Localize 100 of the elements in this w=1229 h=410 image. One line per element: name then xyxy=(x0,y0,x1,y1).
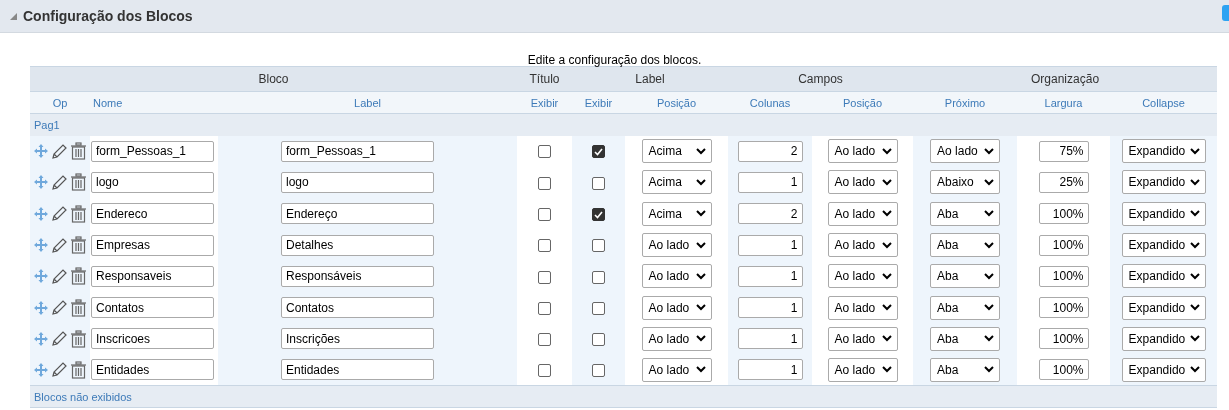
dropdown[interactable]: Acima xyxy=(641,139,712,164)
pencil-icon[interactable] xyxy=(51,267,68,285)
name-input[interactable]: Contatos xyxy=(91,297,214,319)
name-input[interactable]: logo xyxy=(91,171,214,193)
columns-input[interactable]: 2 xyxy=(737,140,803,162)
chevron-down-icon xyxy=(695,210,706,218)
chevron-down-icon xyxy=(881,147,892,155)
dropdown[interactable]: Aba xyxy=(930,326,1001,351)
columns-input[interactable]: 1 xyxy=(737,359,803,381)
checkbox[interactable] xyxy=(592,176,606,190)
collapse-icon[interactable] xyxy=(10,12,17,20)
checkbox[interactable] xyxy=(538,333,552,347)
checkbox[interactable] xyxy=(592,333,606,347)
columns-input[interactable]: 1 xyxy=(737,265,803,287)
name-input[interactable]: form_Pessoas_1 xyxy=(91,140,214,162)
dropdown[interactable]: Expandido xyxy=(1121,139,1206,164)
trash-icon[interactable] xyxy=(70,204,87,223)
pencil-icon[interactable] xyxy=(51,330,68,348)
width-input[interactable]: 100% xyxy=(1038,203,1089,225)
trash-icon[interactable] xyxy=(70,142,87,161)
checkbox[interactable] xyxy=(538,270,552,284)
dropdown[interactable]: Ao lado xyxy=(641,295,712,320)
dropdown[interactable]: Ao lado xyxy=(827,295,898,320)
pencil-icon[interactable] xyxy=(51,173,68,191)
trash-icon[interactable] xyxy=(70,236,87,255)
columns-input[interactable]: 1 xyxy=(737,234,803,256)
checkbox[interactable] xyxy=(538,208,552,222)
dropdown[interactable]: Ao lado xyxy=(827,233,898,258)
dropdown[interactable]: Ao lado xyxy=(641,357,712,382)
checkbox[interactable] xyxy=(592,145,606,159)
checkbox[interactable] xyxy=(592,239,606,253)
trash-icon[interactable] xyxy=(70,298,87,317)
dropdown[interactable]: Expandido xyxy=(1121,326,1206,351)
dropdown[interactable]: Acima xyxy=(641,170,712,195)
columns-input[interactable]: 1 xyxy=(737,328,803,350)
width-input[interactable]: 100% xyxy=(1038,297,1089,319)
pencil-icon[interactable] xyxy=(51,205,68,223)
dropdown[interactable]: Aba xyxy=(930,357,1001,382)
label-input[interactable]: Entidades xyxy=(281,359,434,381)
checkbox[interactable] xyxy=(592,270,606,284)
pencil-icon[interactable] xyxy=(51,299,68,317)
width-input[interactable]: 75% xyxy=(1038,140,1089,162)
label-input[interactable]: Endereço xyxy=(281,203,434,225)
dropdown[interactable]: Ao lado xyxy=(641,264,712,289)
label-input[interactable]: Responsáveis xyxy=(281,265,434,287)
dropdown[interactable]: Aba xyxy=(930,201,1001,226)
dropdown[interactable]: Aba xyxy=(930,233,1001,258)
dropdown[interactable]: Aba xyxy=(930,295,1001,320)
pencil-icon[interactable] xyxy=(51,142,68,160)
dropdown[interactable]: Expandido xyxy=(1121,233,1206,258)
width-input[interactable]: 100% xyxy=(1038,359,1089,381)
dropdown[interactable]: Expandido xyxy=(1121,170,1206,195)
columns-input[interactable]: 1 xyxy=(737,171,803,193)
dropdown[interactable]: Ao lado xyxy=(827,201,898,226)
dropdown[interactable]: Expandido xyxy=(1121,264,1206,289)
checkbox[interactable] xyxy=(592,364,606,378)
chevron-down-icon xyxy=(695,366,706,374)
dropdown[interactable]: Acima xyxy=(641,201,712,226)
columns-input[interactable]: 2 xyxy=(737,203,803,225)
checkbox[interactable] xyxy=(592,301,606,315)
label-input[interactable]: Detalhes xyxy=(281,234,434,256)
checkbox[interactable] xyxy=(538,145,552,159)
label-input[interactable]: Inscrições xyxy=(281,328,434,350)
dropdown[interactable]: Ao lado xyxy=(930,139,1001,164)
dropdown[interactable]: Expandido xyxy=(1121,357,1206,382)
trash-icon[interactable] xyxy=(70,360,87,379)
name-input[interactable]: Empresas xyxy=(91,234,214,256)
dropdown[interactable]: Abaixo xyxy=(930,170,1001,195)
dropdown[interactable]: Ao lado xyxy=(827,264,898,289)
name-input[interactable]: Responsaveis xyxy=(91,265,214,287)
name-input[interactable]: Entidades xyxy=(91,359,214,381)
trash-icon[interactable] xyxy=(70,329,87,348)
columns-input[interactable]: 1 xyxy=(737,297,803,319)
name-input[interactable]: Endereco xyxy=(91,203,214,225)
checkbox[interactable] xyxy=(538,239,552,253)
width-input[interactable]: 100% xyxy=(1038,265,1089,287)
dropdown[interactable]: Ao lado xyxy=(641,326,712,351)
label-input[interactable]: form_Pessoas_1 xyxy=(281,140,434,162)
dropdown[interactable]: Expandido xyxy=(1121,201,1206,226)
dropdown[interactable]: Ao lado xyxy=(827,139,898,164)
dropdown[interactable]: Expandido xyxy=(1121,295,1206,320)
width-input[interactable]: 25% xyxy=(1038,171,1089,193)
width-input[interactable]: 100% xyxy=(1038,234,1089,256)
label-input[interactable]: Contatos xyxy=(281,297,434,319)
checkbox[interactable] xyxy=(538,176,552,190)
dropdown[interactable]: Ao lado xyxy=(827,357,898,382)
trash-icon[interactable] xyxy=(70,173,87,192)
dropdown[interactable]: Ao lado xyxy=(827,170,898,195)
dropdown[interactable]: Ao lado xyxy=(641,233,712,258)
dropdown[interactable]: Ao lado xyxy=(827,326,898,351)
width-input[interactable]: 100% xyxy=(1038,328,1089,350)
label-input[interactable]: logo xyxy=(281,171,434,193)
checkbox[interactable] xyxy=(592,208,606,222)
name-input[interactable]: Inscricoes xyxy=(91,328,214,350)
checkbox[interactable] xyxy=(538,301,552,315)
pencil-icon[interactable] xyxy=(51,361,68,379)
checkbox[interactable] xyxy=(538,364,552,378)
trash-icon[interactable] xyxy=(70,267,87,286)
pencil-icon[interactable] xyxy=(51,236,68,254)
dropdown[interactable]: Aba xyxy=(930,264,1001,289)
